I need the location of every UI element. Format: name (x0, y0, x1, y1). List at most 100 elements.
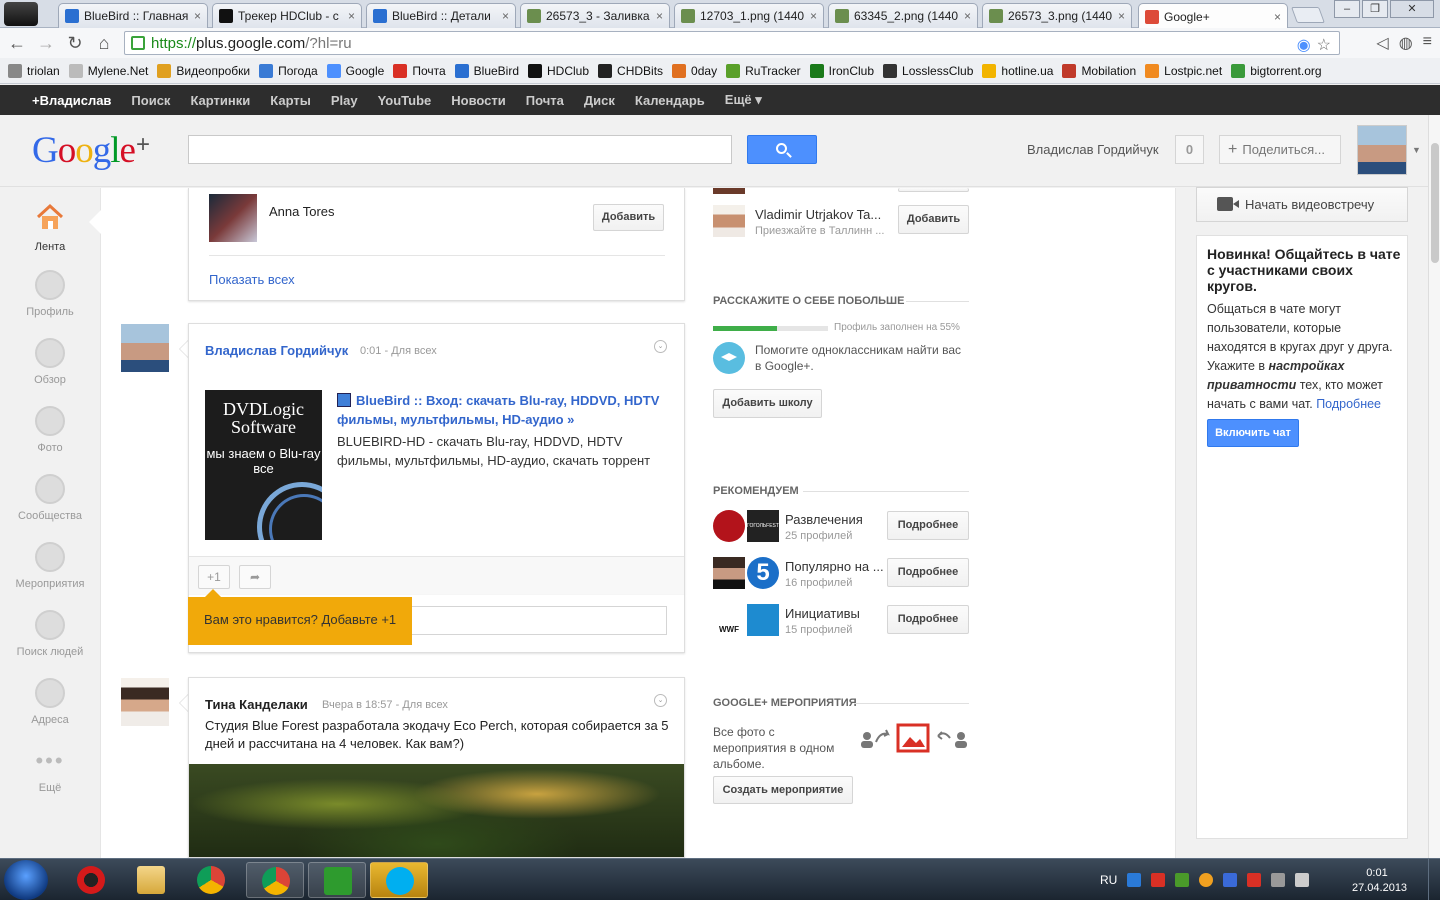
volume-icon[interactable] (1295, 873, 1310, 887)
suggested-person-name[interactable]: Anna Tores (269, 204, 335, 219)
close-icon[interactable]: × (810, 9, 817, 23)
post-author[interactable]: Владислав Гордийчук (205, 343, 348, 358)
nav-item[interactable]: Обзор (0, 338, 100, 386)
gogolfest-badge[interactable]: ГОГОЛЬFEST (747, 510, 779, 542)
clock[interactable]: 0:01 27.04.2013 (1352, 866, 1407, 896)
tray-app-icon[interactable] (1127, 873, 1142, 887)
bookmark-item[interactable]: Погода (259, 63, 318, 78)
maximize-button[interactable]: ❐ (1362, 0, 1388, 18)
gbar-link[interactable]: Ещё ▾ (725, 92, 762, 108)
post-photo[interactable] (189, 764, 684, 857)
minimize-button[interactable]: – (1334, 0, 1360, 18)
gbar-link[interactable]: Диск (584, 93, 615, 108)
share-arrow-icon[interactable]: ➦ (239, 565, 271, 589)
suggested-person-name[interactable]: Vladimir Utrjakov Ta... (755, 207, 887, 222)
taskbar-utorrent[interactable] (308, 862, 366, 898)
comment-input[interactable] (399, 606, 667, 635)
notifications-count[interactable]: 0 (1175, 135, 1204, 164)
gbar-link[interactable]: +Владислав (32, 93, 111, 108)
tray-app-icon[interactable] (1151, 873, 1166, 887)
nav-item[interactable]: ••• Ещё (0, 746, 100, 794)
scrollbar-thumb[interactable] (1431, 143, 1439, 263)
browser-tab[interactable]: BlueBird :: Детали × (366, 3, 516, 28)
initiatives-triangle-icon[interactable] (747, 604, 779, 636)
nav-item[interactable]: Лента (0, 202, 100, 253)
channel-five-icon[interactable]: 5 (747, 557, 779, 589)
avatar[interactable] (209, 194, 257, 242)
search-input[interactable] (188, 135, 732, 164)
add-person-button[interactable]: Добавить (898, 205, 969, 234)
nav-item[interactable]: Профиль (0, 270, 100, 318)
tray-app-icon[interactable] (1175, 873, 1190, 887)
gbar-link[interactable]: Карты (270, 93, 311, 108)
forward-arrow-icon[interactable]: → (35, 32, 57, 54)
bookmark-item[interactable]: CHDBits (598, 63, 663, 78)
bookmark-item[interactable]: Почта (393, 63, 446, 78)
rec-more-button[interactable]: Подробнее (887, 605, 969, 634)
avatar[interactable] (121, 678, 169, 726)
bookmark-item[interactable]: hotline.ua (982, 63, 1053, 78)
back-arrow-icon[interactable]: ← (6, 32, 28, 54)
bookmark-item[interactable]: Google (326, 63, 384, 78)
post-time[interactable]: Вчера в 18:57 (322, 699, 393, 711)
share-button[interactable]: + Поделиться... (1219, 135, 1341, 164)
close-icon[interactable]: × (194, 9, 201, 23)
browser-tab[interactable]: 26573_3.png (1440 × (982, 3, 1132, 28)
ssl-lock-icon[interactable] (131, 36, 145, 50)
google-plus-logo[interactable]: Google+ (32, 129, 150, 172)
nav-item[interactable]: Сообщества (0, 474, 100, 522)
volume-icon[interactable]: ◁ (1376, 33, 1388, 53)
bookmark-item[interactable]: Видеопробки (157, 63, 250, 78)
taskbar-opera[interactable] (62, 862, 120, 898)
start-hangout-button[interactable]: Начать видеовстречу (1196, 187, 1408, 222)
browser-tab[interactable]: 63345_2.png (1440 × (828, 3, 978, 28)
taskbar-explorer[interactable] (122, 862, 180, 898)
bookmark-item[interactable]: IronClub (809, 63, 874, 78)
plus-one-button[interactable]: +1 (198, 565, 230, 589)
add-school-button[interactable]: Добавить школу (713, 389, 822, 418)
taskbar-skype[interactable] (370, 862, 428, 898)
rec-more-button[interactable]: Подробнее (887, 558, 969, 587)
link-thumbnail[interactable]: DVDLogic Software мы знаем о Blu-ray все (205, 390, 322, 540)
bookmark-item[interactable]: HDClub (528, 63, 589, 78)
avatar[interactable] (713, 205, 745, 237)
gbar-link[interactable]: Календарь (635, 93, 705, 108)
nav-item[interactable]: Адреса (0, 678, 100, 726)
create-event-button[interactable]: Создать мероприятие (713, 776, 853, 804)
reload-icon[interactable]: ↻ (64, 32, 86, 54)
language-indicator[interactable]: RU (1100, 873, 1117, 887)
bookmark-item[interactable]: Mobilation (1062, 63, 1136, 78)
shared-link-title[interactable]: BlueBird :: Вход: скачать Blu-ray, HDDVD… (337, 391, 672, 429)
address-bar[interactable]: https:// plus.google.com /?hl=ru ◉ ☆ (124, 31, 1340, 55)
post-menu-icon[interactable]: ⌄ (654, 694, 667, 707)
show-desktop-button[interactable] (1428, 859, 1440, 900)
post-audience[interactable]: Для всех (391, 345, 436, 357)
rec-title[interactable]: Инициативы (785, 606, 885, 621)
search-button[interactable] (747, 135, 817, 164)
avatar[interactable] (121, 324, 169, 372)
bookmark-item[interactable]: Lostpic.net (1145, 63, 1222, 78)
rec-more-button[interactable]: Подробнее (887, 511, 969, 540)
learn-more-link[interactable]: Подробнее (1316, 397, 1381, 411)
rec-title[interactable]: Популярно на ... (785, 559, 885, 574)
taskbar-chrome[interactable] (182, 862, 240, 898)
bookmark-item[interactable]: bigtorrent.org (1231, 63, 1322, 78)
account-avatar[interactable] (1357, 125, 1407, 175)
gbar-link[interactable]: Почта (526, 93, 564, 108)
home-icon[interactable]: ⌂ (93, 32, 115, 54)
bookmark-item[interactable]: 0day (672, 63, 717, 78)
network-signal-icon[interactable] (1271, 873, 1286, 887)
nav-item[interactable]: Поиск людей (0, 610, 100, 658)
post-author[interactable]: Тина Канделаки (205, 697, 308, 712)
show-all-link[interactable]: Показать всех (209, 272, 295, 287)
gbar-link[interactable]: Картинки (190, 93, 250, 108)
bookmark-item[interactable]: LosslessClub (883, 63, 973, 78)
post-audience[interactable]: Для всех (402, 699, 447, 711)
globe-icon[interactable]: ◍ (1399, 33, 1413, 53)
wwf-panda-icon[interactable]: WWF (713, 604, 745, 636)
bookmark-item[interactable]: Mylene.Net (68, 63, 148, 78)
browser-tab[interactable]: 26573_3 - Заливка × (520, 3, 670, 28)
entertainment-icon[interactable] (713, 510, 745, 542)
enable-chat-button[interactable]: Включить чат (1207, 419, 1299, 447)
chevron-down-icon[interactable]: ▼ (1412, 145, 1421, 155)
